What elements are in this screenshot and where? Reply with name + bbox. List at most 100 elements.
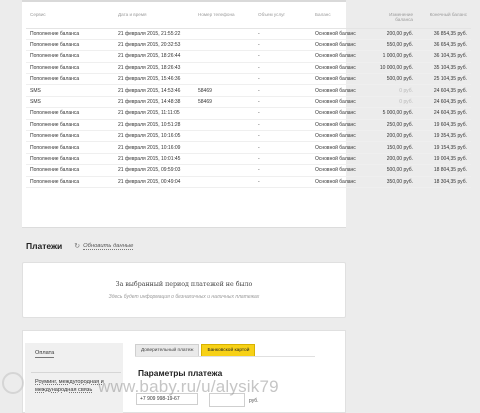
cell-change: 0 руб. [367,96,417,109]
cell-phone [194,164,254,177]
table-row: SMS 21 февраля 2015, 14:48:38 58469- Основн… [26,96,471,109]
cell-service: Пополнение баланса [26,39,114,52]
payments-header: Платежи ↻ Обновить данные [26,241,134,251]
table-row: Пополнение баланса 21 февраля 2015, 21:55… [26,28,471,40]
operations-table: Сервис Дата и время Номер телефона Объем… [26,10,471,188]
cell-datetime: 21 февраля 2015, 11:11:05 [114,107,194,120]
cell-datetime: 21 февраля 2015, 14:48:38 [114,96,194,109]
cell-phone [194,28,254,40]
cell-phone [194,62,254,75]
col-change[interactable]: Изменение баланса [367,10,417,29]
cell-final: 35 104,35 руб. [417,62,471,75]
cell-phone: 58469 [194,96,254,109]
cell-phone [194,107,254,120]
cell-volume: - [254,130,311,143]
cell-volume: - [254,153,311,166]
table-row: Пополнение баланса 21 февраля 2015, 18:26… [26,50,471,63]
cell-volume: - [254,176,311,188]
cell-change: 550,00 руб. [367,39,417,52]
cell-phone [194,119,254,132]
cell-final: 36 854,35 руб. [417,28,471,40]
currency-label: руб. [249,398,259,404]
cell-phone [194,130,254,143]
cell-service: Пополнение баланса [26,73,114,86]
table-row: Пополнение баланса 21 февраля 2015, 10:16… [26,130,471,143]
cell-change: 200,00 руб. [367,130,417,143]
cell-final: 18 804,35 руб. [417,164,471,177]
watermark-text: www.baby.ru/u/alysik79 [98,377,279,396]
cell-datetime: 21 февраля 2015, 18:26:43 [114,62,194,75]
cell-final: 19 004,35 руб. [417,153,471,166]
cell-change: 500,00 руб. [367,73,417,86]
cell-balance: Основной баланс [311,50,367,63]
col-final[interactable]: Конечный баланс [417,10,471,29]
cell-phone [194,153,254,166]
cell-volume: - [254,96,311,109]
cell-datetime: 21 февраля 2015, 00:49:04 [114,176,194,188]
cell-datetime: 21 февраля 2015, 18:26:44 [114,50,194,63]
cell-change: 200,00 руб. [367,28,417,40]
table-row: Пополнение баланса 21 февраля 2015, 10:51… [26,119,471,132]
cell-volume: - [254,141,311,154]
refresh-button[interactable]: ↻ Обновить данные [74,242,134,250]
cell-datetime: 21 февраля 2015, 10:16:05 [114,130,194,143]
cell-final: 25 104,35 руб. [417,73,471,86]
cell-balance: Основной баланс [311,164,367,177]
cell-volume: - [254,50,311,63]
cell-final: 24 604,35 руб. [417,96,471,109]
cell-balance: Основной баланс [311,96,367,109]
cell-balance: Основной баланс [311,119,367,132]
cell-service: Пополнение баланса [26,107,114,120]
col-datetime[interactable]: Дата и время [114,10,194,29]
cell-balance: Основной баланс [311,39,367,52]
cell-final: 19 604,35 руб. [417,119,471,132]
cell-balance: Основной баланс [311,28,367,40]
cell-volume: - [254,73,311,86]
empty-payments-title: За выбранный период платежей не было [115,281,253,288]
payments-title: Платежи [26,241,63,251]
cell-volume: - [254,119,311,132]
col-service[interactable]: Сервис [26,10,114,29]
card-top-divider [22,0,346,2]
refresh-icon: ↻ [74,243,81,250]
col-volume[interactable]: Объем услуг [254,10,311,29]
cell-phone [194,39,254,52]
cell-volume: - [254,62,311,75]
sidebar-item-payment[interactable]: Оплата [35,350,55,358]
table-row: Пополнение баланса 21 февраля 2015, 10:16… [26,141,471,154]
cell-datetime: 21 февраля 2015, 10:51:28 [114,119,194,132]
cell-change: 350,00 руб. [367,176,417,188]
cell-service: Пополнение баланса [26,153,114,166]
cell-volume: - [254,164,311,177]
cell-service: Пополнение баланса [26,50,114,63]
col-phone[interactable]: Номер телефона [194,10,254,29]
cell-datetime: 21 февраля 2015, 14:53:46 [114,84,194,97]
table-row: Пополнение баланса 21 февраля 2015, 20:32… [26,39,471,52]
cell-final: 18 304,35 руб. [417,176,471,188]
payments-empty-card: За выбранный период платежей не было Зде… [22,262,346,318]
cell-datetime: 21 февраля 2015, 10:16:09 [114,141,194,154]
cell-change: 200,00 руб. [367,153,417,166]
cell-change: 1 000,00 руб. [367,50,417,63]
cell-phone [194,176,254,188]
cell-datetime: 21 февраля 2015, 15:46:36 [114,73,194,86]
cell-service: Пополнение баланса [26,141,114,154]
cell-datetime: 21 февраля 2015, 09:59:03 [114,164,194,177]
cell-change: 150,00 руб. [367,141,417,154]
cell-volume: - [254,28,311,40]
table-header-row: Сервис Дата и время Номер телефона Объем… [26,10,471,29]
table-row: Пополнение баланса 21 февраля 2015, 09:59… [26,164,471,177]
table-row: Пополнение баланса 21 февраля 2015, 18:26… [26,62,471,75]
cell-balance: Основной баланс [311,73,367,86]
cell-volume: - [254,107,311,120]
cell-final: 36 654,35 руб. [417,39,471,52]
tabs-underline [135,356,315,357]
col-balance[interactable]: Баланс [311,10,367,29]
refresh-label[interactable]: Обновить данные [83,243,134,250]
cell-final: 24 604,35 руб. [417,84,471,97]
sidebar-divider [31,372,121,373]
cell-service: Пополнение баланса [26,62,114,75]
cell-change: 10 000,00 руб. [367,62,417,75]
cell-change: 5 000,00 руб. [367,107,417,120]
table-row: Пополнение баланса 21 февраля 2015, 10:01… [26,153,471,166]
